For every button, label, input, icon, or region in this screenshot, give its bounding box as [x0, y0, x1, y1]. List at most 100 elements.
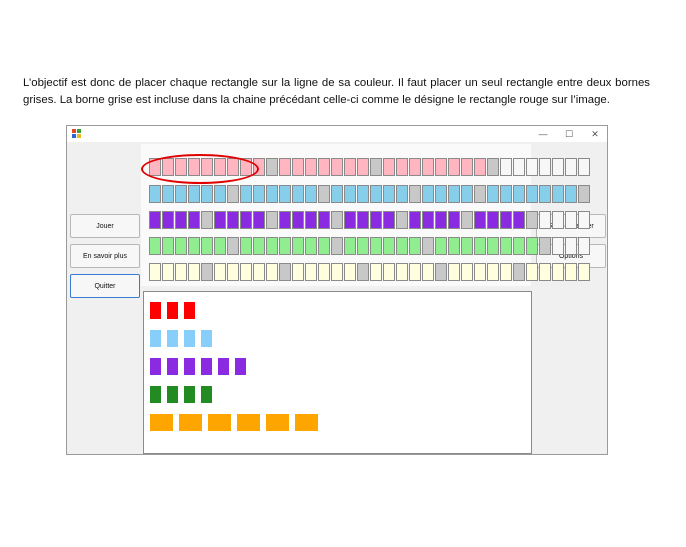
board-cell[interactable]: [318, 158, 330, 176]
board-cell[interactable]: [422, 158, 434, 176]
board-cell[interactable]: [331, 185, 343, 203]
board-cell[interactable]: [240, 263, 252, 281]
empty-cell[interactable]: [539, 211, 551, 229]
board-cell[interactable]: [383, 211, 395, 229]
board-cell[interactable]: [539, 185, 551, 203]
board-cell[interactable]: [422, 263, 434, 281]
board-cell[interactable]: [461, 237, 473, 255]
board-cell[interactable]: [318, 263, 330, 281]
board-cell[interactable]: [357, 237, 369, 255]
board-cell[interactable]: [513, 185, 525, 203]
board-cell[interactable]: [344, 263, 356, 281]
board-cell[interactable]: [396, 237, 408, 255]
board-cell[interactable]: [266, 185, 278, 203]
empty-cell[interactable]: [513, 158, 525, 176]
quit-button[interactable]: Quitter: [70, 274, 140, 298]
board-cell[interactable]: [422, 185, 434, 203]
gray-borne[interactable]: [435, 263, 447, 281]
board-cell[interactable]: [149, 211, 161, 229]
board-cell[interactable]: [279, 237, 291, 255]
board-cell[interactable]: [370, 263, 382, 281]
draggable-rectangle[interactable]: [167, 386, 178, 403]
gray-borne[interactable]: [578, 185, 590, 203]
draggable-rectangle[interactable]: [266, 414, 289, 431]
gray-borne[interactable]: [539, 237, 551, 255]
empty-cell[interactable]: [565, 158, 577, 176]
board-cell[interactable]: [487, 263, 499, 281]
draggable-rectangle[interactable]: [201, 330, 212, 347]
board-cell[interactable]: [409, 158, 421, 176]
board-cell[interactable]: [526, 237, 538, 255]
board-cell[interactable]: [539, 263, 551, 281]
gray-borne[interactable]: [474, 185, 486, 203]
gray-borne[interactable]: [357, 263, 369, 281]
gray-borne[interactable]: [422, 237, 434, 255]
board-cell[interactable]: [487, 237, 499, 255]
board-cell[interactable]: [513, 211, 525, 229]
board-cell[interactable]: [357, 185, 369, 203]
board-cell[interactable]: [253, 263, 265, 281]
board-cell[interactable]: [474, 211, 486, 229]
gray-borne[interactable]: [331, 211, 343, 229]
board-cell[interactable]: [487, 185, 499, 203]
board-cell[interactable]: [448, 237, 460, 255]
board-cell[interactable]: [318, 211, 330, 229]
board-cell[interactable]: [292, 211, 304, 229]
board-cell[interactable]: [292, 263, 304, 281]
board-cell[interactable]: [175, 211, 187, 229]
draggable-rectangle[interactable]: [201, 358, 212, 375]
board-cell[interactable]: [396, 185, 408, 203]
board-cell[interactable]: [175, 185, 187, 203]
draggable-rectangle[interactable]: [184, 358, 195, 375]
board-cell[interactable]: [266, 237, 278, 255]
gray-borne[interactable]: [513, 263, 525, 281]
gray-borne[interactable]: [370, 158, 382, 176]
board-cell[interactable]: [435, 211, 447, 229]
gray-borne[interactable]: [461, 211, 473, 229]
board-cell[interactable]: [357, 211, 369, 229]
board-cell[interactable]: [214, 211, 226, 229]
board-cell[interactable]: [331, 263, 343, 281]
gray-borne[interactable]: [227, 237, 239, 255]
draggable-rectangle[interactable]: [235, 358, 246, 375]
board-cell[interactable]: [370, 211, 382, 229]
board-cell[interactable]: [344, 211, 356, 229]
board-cell[interactable]: [409, 263, 421, 281]
board-cell[interactable]: [149, 263, 161, 281]
board-cell[interactable]: [383, 185, 395, 203]
board-cell[interactable]: [149, 237, 161, 255]
board-cell[interactable]: [500, 263, 512, 281]
gray-borne[interactable]: [279, 263, 291, 281]
gray-borne[interactable]: [201, 211, 213, 229]
board-cell[interactable]: [357, 158, 369, 176]
board-cell[interactable]: [370, 237, 382, 255]
gray-borne[interactable]: [201, 263, 213, 281]
board-cell[interactable]: [162, 263, 174, 281]
board-cell[interactable]: [318, 237, 330, 255]
board-cell[interactable]: [448, 158, 460, 176]
board-cell[interactable]: [344, 237, 356, 255]
draggable-rectangle[interactable]: [184, 330, 195, 347]
draggable-rectangle[interactable]: [167, 358, 178, 375]
empty-cell[interactable]: [578, 237, 590, 255]
gray-borne[interactable]: [266, 158, 278, 176]
board-cell[interactable]: [435, 237, 447, 255]
board-cell[interactable]: [279, 211, 291, 229]
board-cell[interactable]: [448, 211, 460, 229]
empty-cell[interactable]: [526, 158, 538, 176]
board-cell[interactable]: [526, 263, 538, 281]
board-cell[interactable]: [201, 237, 213, 255]
board-cell[interactable]: [227, 263, 239, 281]
board-cell[interactable]: [435, 185, 447, 203]
board-cell[interactable]: [461, 158, 473, 176]
board-cell[interactable]: [175, 237, 187, 255]
board-cell[interactable]: [409, 211, 421, 229]
gray-borne[interactable]: [409, 185, 421, 203]
board-cell[interactable]: [383, 158, 395, 176]
board-cell[interactable]: [305, 237, 317, 255]
board-cell[interactable]: [370, 185, 382, 203]
board-cell[interactable]: [461, 263, 473, 281]
draggable-rectangle[interactable]: [237, 414, 260, 431]
board-cell[interactable]: [227, 211, 239, 229]
board-cell[interactable]: [552, 185, 564, 203]
